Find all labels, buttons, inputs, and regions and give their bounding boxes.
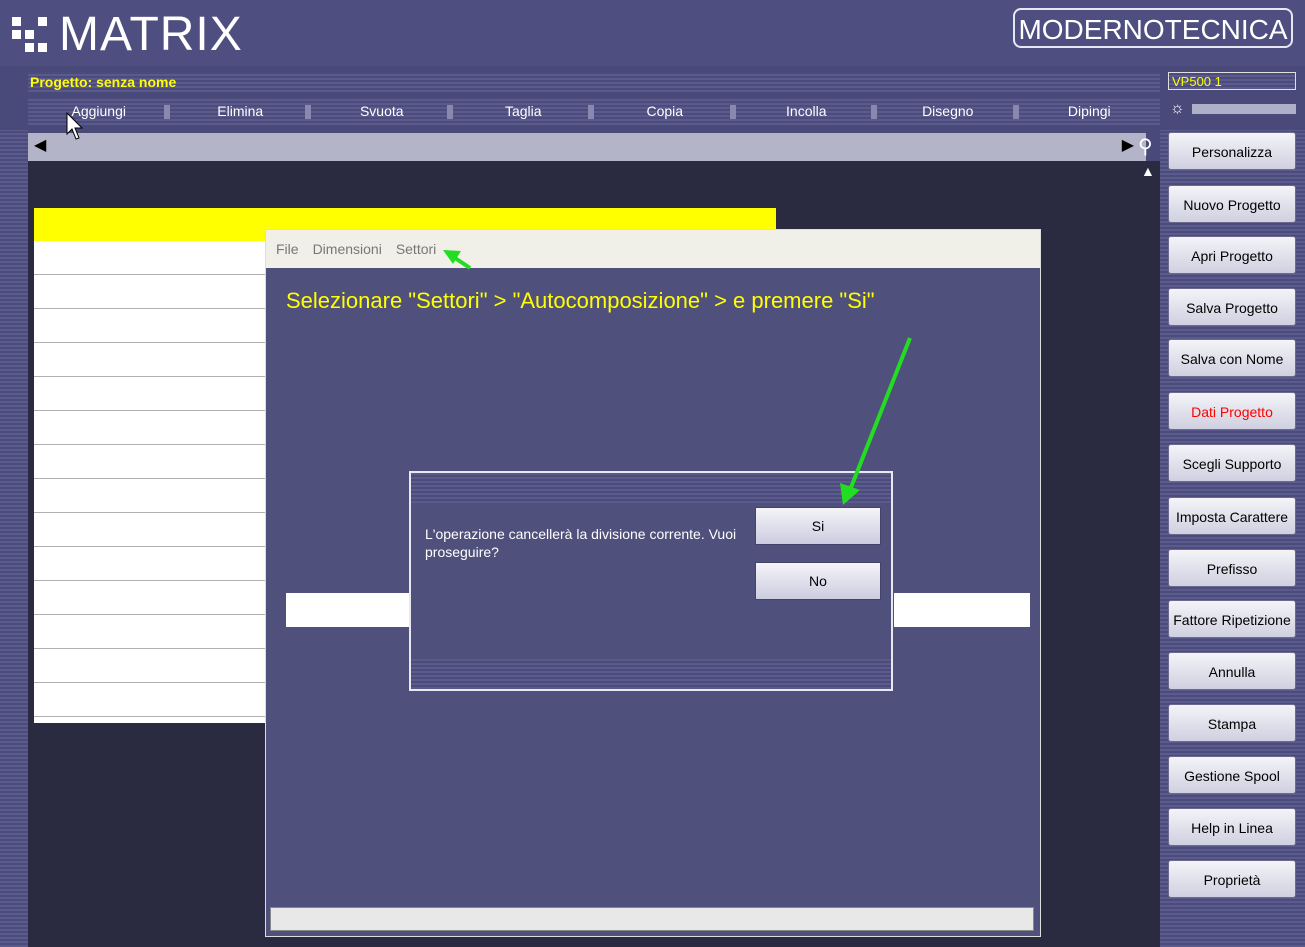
brightness-slider[interactable]: ☼ <box>1170 100 1296 118</box>
scroll-up-icon[interactable]: ▲ <box>1141 163 1155 179</box>
scegli-supporto-button[interactable]: Scegli Supporto <box>1168 444 1296 482</box>
scroll-right-icon[interactable]: ▶ <box>1122 135 1134 155</box>
fattore-ripetizione-button[interactable]: Fattore Ripetizione <box>1168 600 1296 638</box>
horizontal-scrollbar[interactable]: ◀ ▶ <box>28 133 1146 161</box>
scroll-left-icon[interactable]: ◀ <box>34 135 46 155</box>
mouse-cursor-icon <box>66 112 84 140</box>
brand-logo: MODERNOTECNICA <box>1013 8 1293 48</box>
proprieta-button[interactable]: Proprietà <box>1168 860 1296 898</box>
menu-aggiungi[interactable]: Aggiungi <box>28 97 170 125</box>
menu-taglia[interactable]: Taglia <box>453 97 595 125</box>
stampa-button[interactable]: Stampa <box>1168 704 1296 742</box>
vertical-scrollbar[interactable]: ▲ <box>1138 161 1160 947</box>
zoom-icon[interactable]: ⚲ <box>1138 134 1153 159</box>
right-button-panel: Personalizza Nuovo Progetto Apri Progett… <box>1160 130 1305 947</box>
confirm-dialog: L'operazione cancellerà la divisione cor… <box>409 471 893 691</box>
annulla-button[interactable]: Annulla <box>1168 652 1296 690</box>
menu-disegno[interactable]: Disegno <box>877 97 1019 125</box>
dialog-footer <box>411 659 891 689</box>
prefisso-button[interactable]: Prefisso <box>1168 549 1296 587</box>
menu-dipingi[interactable]: Dipingi <box>1019 97 1161 125</box>
settori-status-bar <box>270 907 1034 931</box>
help-in-linea-button[interactable]: Help in Linea <box>1168 808 1296 846</box>
menu-file[interactable]: File <box>276 241 299 257</box>
dialog-titlebar <box>411 473 891 503</box>
divider-strip-left <box>286 593 410 627</box>
personalizza-button[interactable]: Personalizza <box>1168 132 1296 170</box>
menu-incolla[interactable]: Incolla <box>736 97 878 125</box>
divider-strip-right <box>894 593 1030 627</box>
project-title: Progetto: senza nome <box>30 74 177 90</box>
dialog-message: L'operazione cancellerà la divisione cor… <box>425 526 737 560</box>
instruction-text: Selezionare "Settori" > "Autocomposizion… <box>286 288 875 313</box>
salva-con-nome-button[interactable]: Salva con Nome <box>1168 339 1296 377</box>
no-button[interactable]: No <box>755 562 881 600</box>
left-rail <box>0 130 28 947</box>
main-menubar: Aggiungi Elimina Svuota Taglia Copia Inc… <box>28 97 1160 125</box>
slider-track[interactable] <box>1192 104 1296 114</box>
salva-progetto-button[interactable]: Salva Progetto <box>1168 288 1296 326</box>
yes-button[interactable]: Si <box>755 507 881 545</box>
apri-progetto-button[interactable]: Apri Progetto <box>1168 236 1296 274</box>
matrix-logo: MATRIX <box>12 6 243 62</box>
menu-copia[interactable]: Copia <box>594 97 736 125</box>
matrix-logo-mark <box>12 16 47 52</box>
imposta-carattere-button[interactable]: Imposta Carattere <box>1168 497 1296 535</box>
menu-dimensioni[interactable]: Dimensioni <box>313 241 382 257</box>
dati-progetto-button[interactable]: Dati Progetto <box>1168 392 1296 430</box>
matrix-logo-text: MATRIX <box>59 7 243 61</box>
menu-settori[interactable]: Settori <box>396 241 436 257</box>
sun-icon: ☼ <box>1170 100 1185 117</box>
device-field[interactable]: VP500 1 <box>1168 72 1296 90</box>
settori-menubar: File Dimensioni Settori <box>266 230 1040 268</box>
menu-svuota[interactable]: Svuota <box>311 97 453 125</box>
app-header: MATRIX MODERNOTECNICA <box>0 0 1305 66</box>
nuovo-progetto-button[interactable]: Nuovo Progetto <box>1168 185 1296 223</box>
project-title-bar: Progetto: senza nome <box>28 72 1160 92</box>
menu-elimina[interactable]: Elimina <box>170 97 312 125</box>
gestione-spool-button[interactable]: Gestione Spool <box>1168 756 1296 794</box>
